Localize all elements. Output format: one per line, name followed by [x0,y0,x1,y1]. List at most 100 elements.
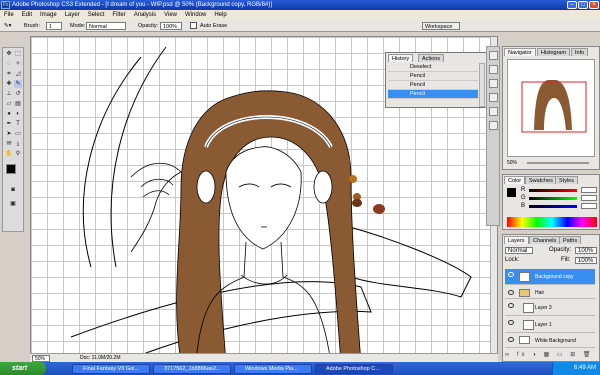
taskbar-item-image[interactable]: 3717562_1b8886ee2... [153,364,231,374]
eraser-tool-icon[interactable]: ▱ [5,100,13,108]
history-panel-icon[interactable] [489,65,498,74]
green-slider[interactable] [529,197,577,200]
zoom-level-field[interactable]: 50% [32,355,50,362]
layer-group-hair[interactable]: Hair [505,287,595,299]
screen-mode-icon[interactable]: ▣ [9,200,17,208]
gradient-tool-icon[interactable]: ▤ [14,100,22,108]
tab-history[interactable]: History [388,54,414,62]
layer-thumbnail [519,272,530,282]
layer-white-background[interactable]: White Background [505,334,595,348]
pencil-tool-icon[interactable]: ✎▾ [4,22,11,30]
tab-paths[interactable]: Paths [559,236,582,244]
quick-mask-icon[interactable]: ◙ [9,186,17,194]
layers-footer-icons[interactable]: ∞ fx ◑ ▦ ▭ ⊞ 🗑 [505,351,597,360]
opacity-input[interactable]: 100% [160,22,182,30]
green-value-input[interactable] [581,195,597,201]
menu-image[interactable]: Image [36,10,61,20]
stamp-tool-icon[interactable]: ⊥ [5,90,13,98]
foreground-color-swatch[interactable] [507,188,516,197]
navigator-preview[interactable] [507,59,595,157]
blue-value-input[interactable] [581,203,597,209]
type-tool-icon[interactable]: T [14,120,22,128]
tab-navigator[interactable]: Navigator [504,48,536,56]
tab-histogram[interactable]: Histogram [537,48,571,56]
crop-tool-icon[interactable]: ⌗ [5,70,13,78]
layer-background-copy[interactable]: Background copy [505,269,595,285]
visibility-eye-icon[interactable] [508,290,514,295]
history-item[interactable]: Pencil [388,72,478,81]
layer-3[interactable]: Layer 3 [505,300,595,316]
navigator-panel-icon[interactable] [489,51,498,60]
layer-opacity-input[interactable]: 100% [575,247,597,254]
blue-slider[interactable] [529,205,577,208]
dodge-tool-icon[interactable]: ◐ [14,110,22,118]
history-item[interactable]: Pencil [388,81,478,90]
lasso-tool-icon[interactable]: ◌ [5,60,13,68]
tab-info[interactable]: Info [571,48,589,56]
history-item[interactable]: Deselect [388,63,478,72]
clone-source-icon[interactable] [489,107,498,116]
visibility-eye-icon[interactable] [508,272,514,277]
taskbar-item-windows-media-player[interactable]: Windows Media Pla... [234,364,312,374]
tab-layers[interactable]: Layers [504,236,529,244]
red-value-input[interactable] [581,187,597,193]
visibility-eye-icon[interactable] [508,320,514,325]
menu-help[interactable]: Help [210,10,230,20]
layer-1[interactable]: Layer 1 [505,317,595,333]
tool-presets-icon[interactable] [489,93,498,102]
zoom-tool-icon[interactable]: ⚲ [14,150,22,158]
navigator-zoom[interactable]: 50% [507,160,517,166]
menu-analysis[interactable]: Analysis [130,10,160,20]
mode-select[interactable]: Normal [86,22,126,30]
menu-select[interactable]: Select [84,10,109,20]
brush-size-picker[interactable]: 1 [46,22,62,30]
hand-tool-icon[interactable]: ✋ [5,150,13,158]
workspace-button[interactable]: Workspace [422,22,460,30]
tab-channels[interactable]: Channels [529,236,561,244]
opacity-label: Opacity: [138,23,159,29]
visibility-eye-icon[interactable] [508,337,514,342]
history-item-selected[interactable]: Pencil [388,90,478,99]
menu-view[interactable]: View [160,10,181,20]
menu-file[interactable]: File [0,10,18,20]
layer-comps-icon[interactable] [489,121,498,130]
menu-filter[interactable]: Filter [108,10,129,20]
pen-tool-icon[interactable]: ✒ [5,120,13,128]
blur-tool-icon[interactable]: ● [5,110,13,118]
history-brush-tool-icon[interactable]: ↺ [14,90,22,98]
eyedropper-tool-icon[interactable]: ⤓ [14,140,22,148]
menu-layer[interactable]: Layer [61,10,84,20]
menu-edit[interactable]: Edit [18,10,36,20]
magic-wand-tool-icon[interactable]: ✧ [14,60,22,68]
slice-tool-icon[interactable]: ◿ [14,70,22,78]
blend-mode-select[interactable]: Normal [505,247,533,254]
visibility-eye-icon[interactable] [508,303,514,308]
path-select-tool-icon[interactable]: ➤ [5,130,13,138]
foreground-color-swatch[interactable] [6,164,16,174]
brush-label: Brush: [24,23,40,29]
tab-styles[interactable]: Styles [555,176,578,184]
start-button[interactable]: start [0,362,46,375]
pencil-tool-icon[interactable]: ✎ [14,80,22,88]
brushes-panel-icon[interactable] [489,79,498,88]
navigator-zoom-slider[interactable] [527,162,589,164]
menu-window[interactable]: Window [181,10,210,20]
tab-actions[interactable]: Actions [418,54,445,62]
minimize-button[interactable]: – [567,1,577,9]
taskbar-item-photoshop[interactable]: Adobe Photoshop C... [315,364,393,374]
marquee-tool-icon[interactable]: ⬚ [14,50,22,58]
fill-input[interactable]: 100% [575,257,597,264]
tab-color[interactable]: Color [504,176,526,184]
auto-erase-checkbox[interactable] [190,22,197,29]
shape-tool-icon[interactable]: ▭ [14,130,22,138]
maximize-button[interactable]: □ [578,1,588,9]
notes-tool-icon[interactable]: ✉ [5,140,13,148]
close-button[interactable]: × [589,1,599,9]
taskbar-item-final-fantasy[interactable]: Final Fantasy VII Gol... [72,364,150,374]
tab-swatches[interactable]: Swatches [525,176,557,184]
move-tool-icon[interactable]: ✥ [5,50,13,58]
red-slider[interactable] [529,189,577,192]
history-scrollbar[interactable] [479,63,485,107]
color-spectrum-bar[interactable] [507,217,597,227]
healing-tool-icon[interactable]: ✚ [5,80,13,88]
